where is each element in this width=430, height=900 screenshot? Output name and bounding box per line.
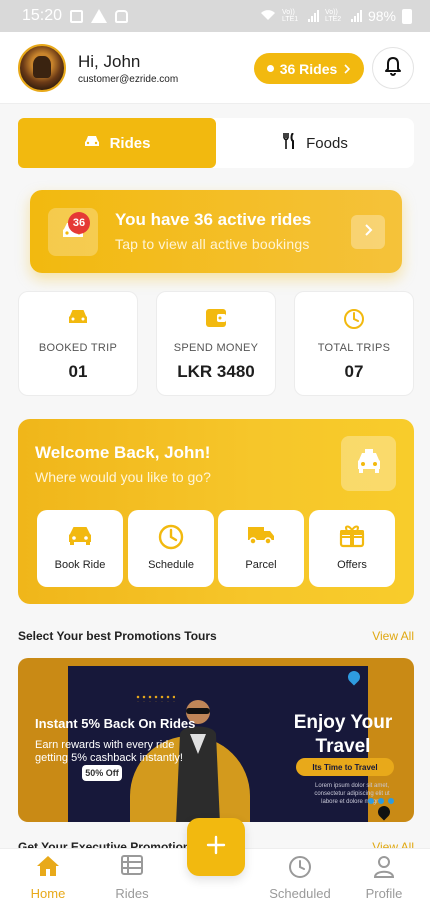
clock-icon — [260, 855, 340, 879]
list-icon — [92, 855, 172, 875]
wifi-icon — [260, 8, 276, 24]
status-left: 15:20 — [22, 7, 129, 25]
status-time: 15:20 — [22, 7, 63, 24]
app-screen: 15:20 Vo)) LTE1 Vo)) LTE2 98% Hi, John c… — [0, 0, 430, 900]
warning-icon — [91, 9, 108, 23]
welcome-subtitle: Where would you like to go? — [35, 469, 211, 485]
stat-value: LKR 3480 — [177, 362, 255, 381]
bell-icon — [384, 56, 402, 81]
taxi-icon — [355, 448, 383, 479]
active-rides-banner[interactable]: 36 You have 36 active rides Tap to view … — [30, 190, 402, 273]
car-icon — [19, 308, 137, 326]
map-pin-icon — [345, 668, 363, 686]
gallery-icon — [70, 9, 84, 23]
car-icon — [37, 524, 123, 546]
chevron-right-icon — [363, 223, 373, 242]
stat-total-trips[interactable]: TOTAL TRIPS 07 — [294, 291, 414, 396]
parcel-button[interactable]: Parcel — [218, 510, 304, 587]
service-tabs: Rides Foods — [18, 118, 414, 168]
nav-home[interactable]: Home — [8, 849, 88, 900]
wallet-icon — [157, 308, 275, 328]
user-icon — [344, 855, 424, 879]
tab-rides[interactable]: Rides — [18, 118, 216, 168]
status-right: Vo)) LTE1 Vo)) LTE2 98% — [260, 8, 412, 24]
nav-label: Rides — [115, 886, 149, 900]
promotion-offer-tag: 50% Off — [82, 765, 122, 781]
promotions-view-all-link[interactable]: View All — [372, 629, 414, 643]
network-1-label: Vo)) LTE1 — [281, 9, 299, 23]
truck-icon — [218, 524, 304, 546]
welcome-card: Welcome Back, John! Where would you like… — [18, 419, 414, 604]
notification-button[interactable] — [372, 47, 414, 89]
tab-foods-label: Foods — [306, 134, 348, 152]
poster-social-dots — [368, 798, 398, 804]
add-button[interactable] — [187, 818, 245, 876]
nav-scheduled[interactable]: Scheduled — [260, 849, 340, 900]
stat-booked-trip[interactable]: BOOKED TRIP 01 — [18, 291, 138, 396]
status-bar: 15:20 Vo)) LTE1 Vo)) LTE2 98% — [0, 0, 430, 32]
active-rides-arrow-button[interactable] — [351, 215, 385, 249]
poster-title: Enjoy Your Travel — [293, 712, 393, 757]
nav-rides[interactable]: Rides — [92, 849, 172, 900]
plus-icon — [206, 835, 226, 860]
greeting: Hi, John — [78, 52, 141, 71]
poster-pill: Its Time to Travel — [296, 758, 394, 776]
welcome-title: Welcome Back, John! — [35, 443, 211, 462]
battery-percent: 98% — [367, 8, 396, 24]
rides-count-button[interactable]: 36 Rides — [254, 53, 364, 84]
nav-label: Scheduled — [269, 886, 331, 900]
battery-icon — [402, 8, 412, 24]
action-label: Parcel — [245, 559, 277, 571]
lock-icon — [115, 9, 129, 23]
car-icon — [84, 135, 100, 152]
avatar[interactable] — [18, 44, 66, 92]
dot-icon — [266, 65, 274, 72]
book-ride-button[interactable]: Book Ride — [37, 510, 123, 587]
app-header: Hi, John customer@ezride.com 36 Rides — [0, 32, 430, 104]
user-email: customer@ezride.com — [78, 74, 179, 85]
network-2-label: Vo)) LTE2 — [324, 9, 342, 23]
tab-foods[interactable]: Foods — [216, 118, 414, 168]
signal-1-icon — [307, 10, 319, 22]
stat-label: BOOKED TRIP — [38, 342, 118, 354]
nav-profile[interactable]: Profile — [344, 849, 424, 900]
tab-rides-label: Rides — [109, 134, 151, 152]
stat-value: 01 — [68, 362, 88, 381]
action-label: Schedule — [148, 559, 194, 571]
clock-icon — [128, 524, 214, 550]
promotion-description: Earn rewards with every ride getting 5% … — [35, 739, 183, 764]
home-icon — [8, 855, 88, 877]
clock-icon — [295, 308, 413, 330]
rides-count-label: 36 Rides — [279, 60, 338, 77]
stat-label: TOTAL TRIPS — [317, 342, 391, 354]
action-label: Book Ride — [54, 559, 106, 571]
promotion-headline: Instant 5% Back On Rides — [35, 716, 196, 731]
promotions-title: Select Your best Promotions Tours — [18, 629, 217, 643]
stat-label: SPEND MONEY — [173, 342, 259, 354]
action-label: Offers — [337, 559, 367, 571]
chevron-right-icon — [343, 61, 351, 77]
stat-spend-money[interactable]: SPEND MONEY LKR 3480 — [156, 291, 276, 396]
stat-value: 07 — [344, 362, 364, 381]
gift-icon — [309, 524, 395, 548]
offers-button[interactable]: Offers — [309, 510, 395, 587]
signal-2-icon — [350, 10, 362, 22]
map-pin-icon — [375, 803, 393, 821]
nav-label: Profile — [365, 886, 403, 900]
promotion-banner[interactable]: Enjoy Your Travel Its Time to Travel Lor… — [18, 658, 414, 822]
active-rides-badge: 36 — [68, 212, 90, 234]
fork-knife-icon — [282, 132, 296, 153]
schedule-button[interactable]: Schedule — [128, 510, 214, 587]
taxi-icon-box — [341, 436, 396, 491]
active-rides-subtitle: Tap to view all active bookings — [115, 236, 310, 252]
nav-label: Home — [30, 886, 66, 900]
active-rides-title: You have 36 active rides — [115, 210, 312, 229]
